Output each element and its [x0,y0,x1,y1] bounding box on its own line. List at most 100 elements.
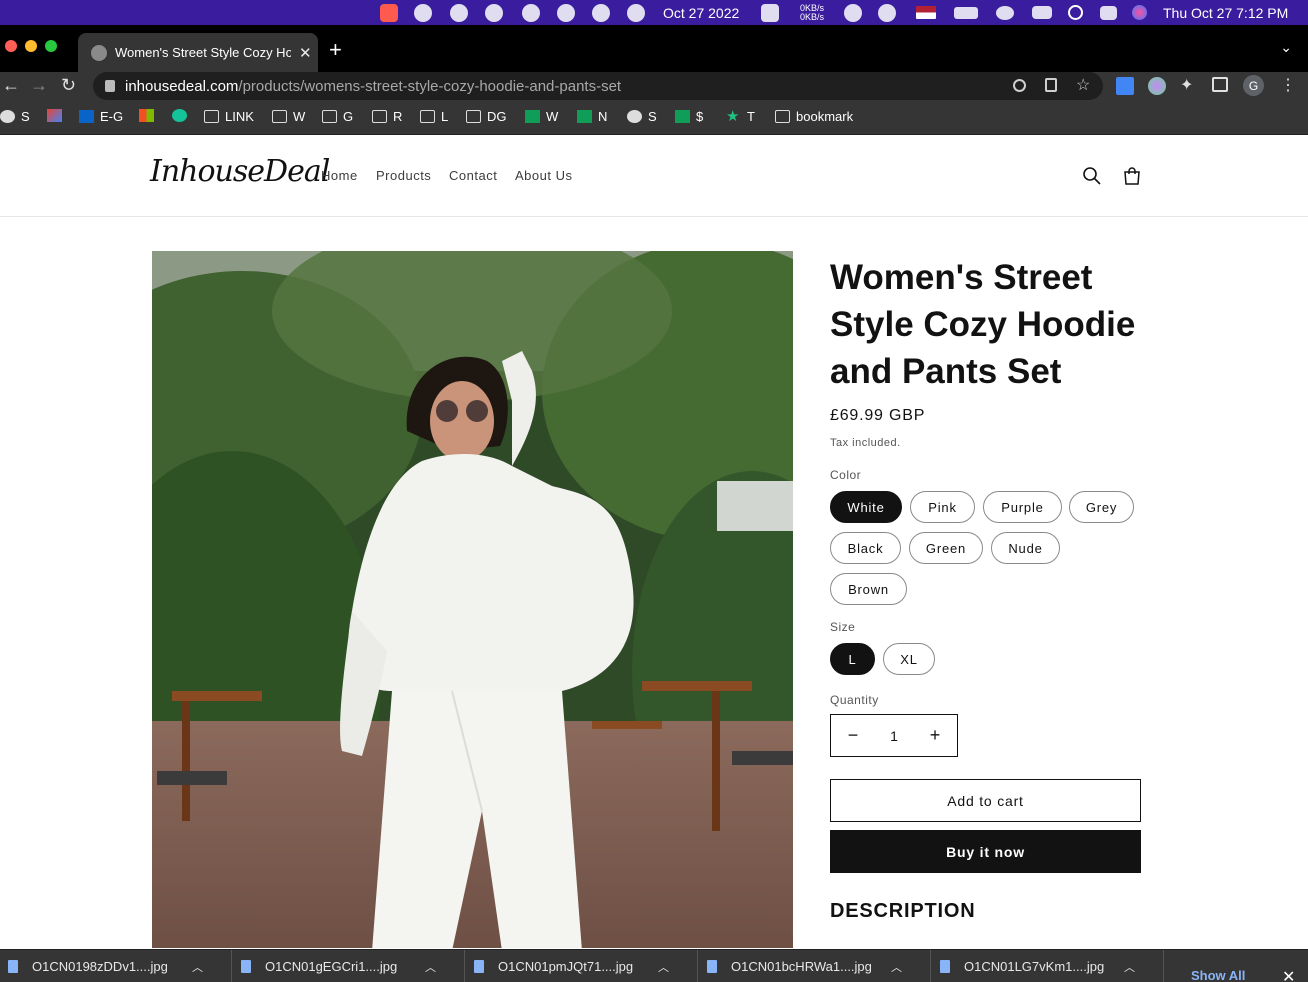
color-option-black[interactable]: Black [830,532,901,564]
keyboard-icon[interactable] [1032,0,1052,25]
size-option-xl[interactable]: XL [883,643,935,675]
new-tab-button[interactable]: + [329,37,342,63]
back-icon[interactable]: ← [2,75,20,96]
zoom-icon[interactable] [1013,79,1026,92]
bookmark-star-icon[interactable]: ☆ [1076,75,1092,94]
bookmark-item[interactable]: S [0,109,30,124]
siri-icon[interactable] [1132,0,1147,25]
buy-now-button[interactable]: Buy it now [830,830,1141,873]
color-option-purple[interactable]: Purple [983,491,1062,523]
clock-app-icon[interactable] [557,0,575,25]
tab-strip: Women's Street Style Cozy Hoodie and Pan… [0,25,1308,72]
app-status-icon[interactable] [380,0,398,25]
cart-icon[interactable] [1122,166,1142,186]
color-option-green[interactable]: Green [909,532,983,564]
color-option-nude[interactable]: Nude [991,532,1060,564]
address-bar[interactable]: inhousedeal.com /products/womens-street-… [93,72,1103,100]
bookmark-item[interactable]: DG [466,109,507,124]
cow-icon[interactable] [592,0,610,25]
chevron-up-icon[interactable]: ︿ [192,959,203,975]
tab-title: Women's Street Style Cozy Hoodie and Pan… [115,45,291,60]
show-all-downloads-button[interactable]: Show All [1191,968,1245,982]
search-icon[interactable] [1082,166,1102,186]
color-option-pink[interactable]: Pink [910,491,975,523]
bookmark-item[interactable]: G [322,109,353,124]
chrome-menu-icon[interactable]: ⋮ [1280,75,1298,94]
messenger-icon[interactable] [522,0,540,25]
close-tab-icon[interactable]: ✕ [299,44,312,62]
cat-icon[interactable] [761,0,779,25]
download-item[interactable]: O1CN0198zDDv1....jpg ︿ [0,950,232,982]
tab-active[interactable]: Women's Street Style Cozy Hoodie and Pan… [78,33,318,72]
bookmark-item[interactable]: LINK [204,109,254,124]
outlook-icon [79,110,94,123]
chevron-up-icon[interactable]: ︿ [1124,959,1135,975]
profile-avatar[interactable]: G [1243,75,1264,96]
gmail-icon [47,109,62,122]
bookmark-item[interactable]: N [577,109,607,124]
forward-icon[interactable]: → [30,75,48,96]
download-item[interactable]: O1CN01gEGCri1....jpg ︿ [233,950,465,982]
download-item[interactable]: O1CN01pmJQt71....jpg ︿ [466,950,698,982]
nav-home[interactable]: Home [321,168,358,183]
us-flag-icon[interactable] [916,0,936,25]
menubar-clock[interactable]: Thu Oct 27 7:12 PM [1163,0,1288,25]
decrease-quantity-button[interactable]: − [846,725,860,746]
extension-icon[interactable] [1148,77,1166,95]
bookmark-item[interactable]: bookmark [775,109,853,124]
reload-icon[interactable]: ↻ [61,75,76,96]
minimize-window-button[interactable] [25,40,37,52]
bookmark-item[interactable]: $ [675,109,703,124]
close-window-button[interactable] [5,40,17,52]
increase-quantity-button[interactable]: + [928,725,942,746]
control-center-icon[interactable] [1100,0,1117,25]
bookmark-item[interactable] [172,109,187,122]
close-downloads-icon[interactable]: ✕ [1282,967,1295,982]
download-item[interactable]: O1CN01bcHRWa1....jpg ︿ [699,950,931,982]
direction-icon[interactable] [627,0,645,25]
sheets-icon [525,110,540,123]
share-icon[interactable] [1045,78,1057,92]
add-to-cart-button[interactable]: Add to cart [830,779,1141,822]
folder-icon [420,110,435,123]
chevron-up-icon[interactable]: ︿ [425,959,436,975]
bookmark-item[interactable] [47,109,62,122]
bookmark-item[interactable]: R [372,109,402,124]
nav-about-us[interactable]: About Us [515,168,572,183]
zoom-window-button[interactable] [45,40,57,52]
tab-search-chevron-icon[interactable]: ⌄ [1280,39,1292,56]
wechat-icon[interactable] [414,0,432,25]
bookmark-item[interactable]: ★ T [726,109,755,124]
app-icon[interactable] [485,0,503,25]
chevron-up-icon[interactable]: ︿ [658,959,669,975]
bookmark-item[interactable]: E-G [79,109,123,124]
site-logo[interactable]: InhouseDeal [150,154,330,189]
spotlight-search-icon[interactable] [1068,0,1083,25]
nav-contact[interactable]: Contact [449,168,497,183]
size-option-l[interactable]: L [830,643,875,675]
color-option-white[interactable]: White [830,491,902,523]
nav-products[interactable]: Products [376,168,431,183]
chevron-up-icon[interactable]: ︿ [891,959,902,975]
bookmark-item[interactable]: L [420,109,448,124]
color-option-brown[interactable]: Brown [830,573,907,605]
battery-icon[interactable] [954,0,978,25]
bookmark-item[interactable]: W [272,109,305,124]
history-icon[interactable] [878,0,896,25]
bookmark-item[interactable]: W [525,109,558,124]
product-image[interactable] [152,251,793,948]
color-option-grey[interactable]: Grey [1069,491,1134,523]
download-item[interactable]: O1CN01LG7vKm1....jpg ︿ [932,950,1164,982]
lock-icon[interactable] [105,80,115,92]
grammarly-icon [172,109,187,122]
wifi-icon[interactable] [996,0,1014,25]
bookmark-item[interactable]: S [627,109,657,124]
folder-icon [372,110,387,123]
play-icon[interactable] [844,0,862,25]
bell-icon[interactable] [450,0,468,25]
puzzle-extensions-icon[interactable]: ✦ [1180,75,1198,94]
download-extension-icon[interactable] [1116,77,1134,95]
side-panel-icon[interactable] [1212,77,1228,92]
quantity-value[interactable]: 1 [890,728,898,744]
bookmark-item[interactable] [139,109,154,122]
